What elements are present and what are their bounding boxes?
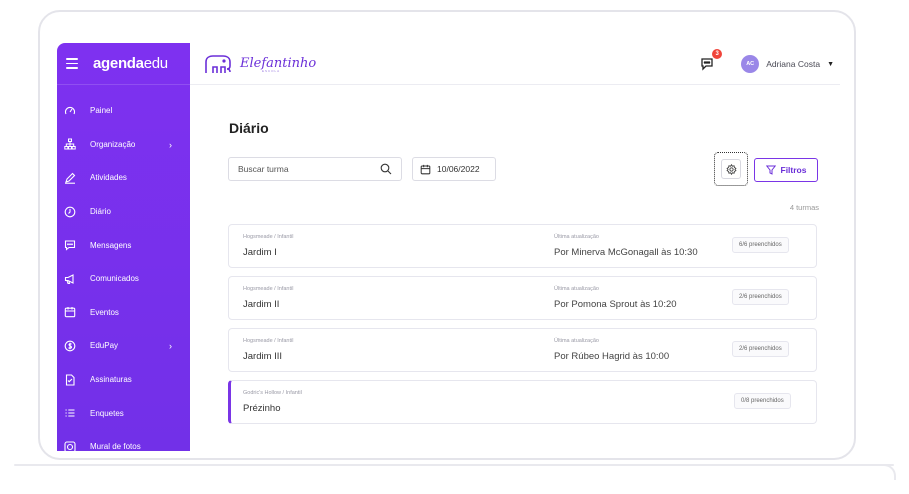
school-name: Elefantinho ESCOLA <box>240 56 317 73</box>
class-category: Hogsmeade / Infantil <box>243 286 294 292</box>
list-item[interactable]: Godric's Hollow / Infantil Prézinho 0/8 … <box>228 380 817 424</box>
calendar-icon <box>64 306 76 318</box>
class-name: Jardim III <box>243 351 283 362</box>
sidebar-item-mensagens[interactable]: Mensagens <box>57 228 190 262</box>
class-name: Prézinho <box>243 403 281 414</box>
calendar-icon <box>420 164 431 174</box>
brand-logo: agendaedu <box>93 55 168 72</box>
filter-label: Filtros <box>780 165 807 175</box>
class-category: Hogsmeade / Infantil <box>243 338 294 344</box>
sidebar-item-label: Atividades <box>90 173 127 183</box>
school-logo[interactable]: Elefantinho ESCOLA <box>204 54 316 74</box>
menu-icon[interactable] <box>66 58 78 69</box>
school-subtitle: ESCOLA <box>262 69 281 73</box>
update-label: Última atualização <box>554 234 599 240</box>
class-category: Hogsmeade / Infantil <box>243 234 294 240</box>
app-screen: agendaedu Painel Organização › Atividade… <box>57 43 840 451</box>
search-box[interactable] <box>228 157 402 181</box>
update-label: Última atualização <box>554 338 599 344</box>
camera-icon <box>64 441 76 451</box>
avatar[interactable]: AC <box>741 55 760 73</box>
status-badge: 2/6 preenchidos <box>732 341 789 357</box>
sidebar-item-mural-de-fotos[interactable]: Mural de fotos <box>57 430 190 451</box>
list-item[interactable]: Hogsmeade / Infantil Jardim I Última atu… <box>228 224 817 268</box>
megaphone-icon <box>64 273 76 285</box>
date-value: 10/06/2022 <box>437 164 480 174</box>
update-label: Última atualização <box>554 286 599 292</box>
main-content: Diário 10/06/2022 Filtros 4 turmas Hogsm… <box>190 86 840 451</box>
sidebar: agendaedu Painel Organização › Atividade… <box>57 43 190 451</box>
filter-icon <box>765 165 776 175</box>
sidebar-item-painel[interactable]: Painel <box>57 94 190 128</box>
class-name: Jardim II <box>243 299 280 310</box>
class-count: 4 turmas <box>789 203 819 212</box>
device-base <box>14 464 896 480</box>
sidebar-item-atividades[interactable]: Atividades <box>57 161 190 195</box>
status-badge: 0/8 preenchidos <box>734 393 791 409</box>
sidebar-item-edupay[interactable]: EduPay › <box>57 329 190 363</box>
sidebar-item-label: Assinaturas <box>90 375 132 385</box>
pencil-icon <box>64 172 76 184</box>
class-name: Jardim I <box>243 247 277 258</box>
sidebar-item-label: Mensagens <box>90 240 132 250</box>
document-icon <box>64 373 76 386</box>
clock-icon <box>64 206 76 218</box>
elephant-icon <box>205 54 231 73</box>
top-bar: Elefantinho ESCOLA 3 AC Adriana Costa ▼ <box>190 43 840 85</box>
sidebar-item-assinaturas[interactable]: Assinaturas <box>57 363 190 397</box>
sidebar-item-label: Organização <box>90 139 136 149</box>
search-input[interactable] <box>238 164 373 174</box>
chevron-right-icon: › <box>169 341 172 352</box>
sidebar-item-label: Mural de fotos <box>90 442 141 451</box>
list-item[interactable]: Hogsmeade / Infantil Jardim III Última a… <box>228 328 817 372</box>
chevron-right-icon: › <box>169 139 172 150</box>
filter-button[interactable]: Filtros <box>754 158 818 182</box>
date-picker[interactable]: 10/06/2022 <box>412 157 496 181</box>
sidebar-item-label: Painel <box>90 106 113 116</box>
sidebar-item-eventos[interactable]: Eventos <box>57 296 190 330</box>
list-icon <box>64 407 76 419</box>
settings-focus-ring <box>714 152 748 186</box>
sidebar-item-label: EduPay <box>90 341 119 351</box>
caret-down-icon[interactable]: ▼ <box>827 61 834 68</box>
search-icon[interactable] <box>380 163 392 175</box>
status-badge: 2/6 preenchidos <box>732 289 789 305</box>
sidebar-item-enquetes[interactable]: Enquetes <box>57 396 190 430</box>
sidebar-item-label: Comunicados <box>90 274 139 284</box>
message-icon <box>64 239 76 251</box>
speedometer-icon <box>64 105 76 117</box>
user-name[interactable]: Adriana Costa <box>766 59 820 69</box>
class-category: Godric's Hollow / Infantil <box>243 390 302 396</box>
list-item[interactable]: Hogsmeade / Infantil Jardim II Última at… <box>228 276 817 320</box>
sidebar-header: agendaedu <box>57 43 190 85</box>
page-title: Diário <box>229 120 269 136</box>
class-list: Hogsmeade / Infantil Jardim I Última atu… <box>228 224 817 432</box>
settings-button[interactable] <box>721 159 741 179</box>
update-info: Por Minerva McGonagall às 10:30 <box>554 247 698 258</box>
sidebar-item-comunicados[interactable]: Comunicados <box>57 262 190 296</box>
sidebar-nav: Painel Organização › Atividades Diário M… <box>57 85 190 451</box>
dollar-icon <box>64 340 76 352</box>
sidebar-item-organizacao[interactable]: Organização › <box>57 128 190 162</box>
sidebar-item-label: Enquetes <box>90 408 124 418</box>
org-chart-icon <box>64 138 76 150</box>
update-info: Por Rúbeo Hagrid às 10:00 <box>554 351 670 362</box>
update-info: Por Pomona Sprout às 10:20 <box>554 299 677 310</box>
sidebar-item-diario[interactable]: Diário <box>57 195 190 229</box>
status-badge: 6/6 preenchidos <box>732 237 789 253</box>
gear-icon <box>725 163 737 175</box>
sidebar-item-label: Eventos <box>90 307 119 317</box>
user-area: 3 AC Adriana Costa ▼ <box>700 43 834 85</box>
sidebar-item-label: Diário <box>90 207 111 217</box>
notification-badge: 3 <box>712 49 723 59</box>
chat-button[interactable]: 3 <box>700 49 723 72</box>
